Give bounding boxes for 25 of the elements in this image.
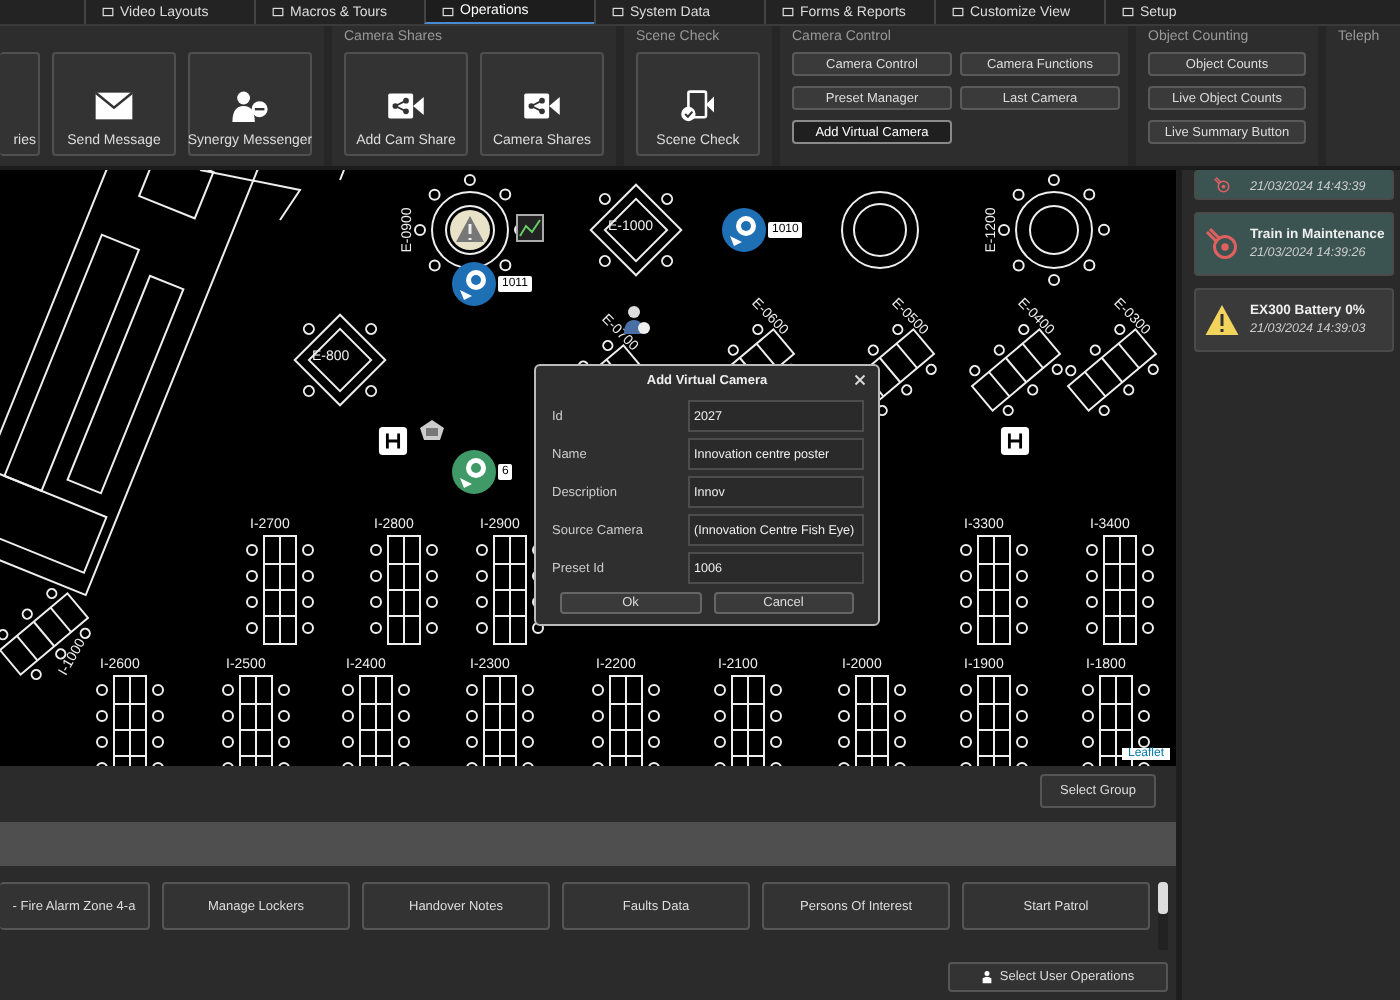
door-icon[interactable] [378,426,408,456]
camera-check-icon [678,90,718,122]
telephone-icon[interactable] [416,416,448,444]
chart-icon[interactable] [516,214,544,242]
window-icon [782,6,794,18]
camera-marker-icon[interactable] [452,262,496,306]
person-icon [981,970,992,984]
scrollbar[interactable] [1158,882,1168,950]
person-message-icon [230,90,270,122]
door-icon[interactable] [1000,426,1030,456]
close-icon[interactable] [854,374,866,386]
warning-icon [1204,302,1240,338]
window-icon [442,5,454,17]
camera-marker-icon[interactable] [452,450,496,494]
envelope-icon [94,90,134,122]
window-icon [952,6,964,18]
camera-marker-icon[interactable] [722,208,766,252]
train-icon [1204,226,1240,262]
camera-share-icon [386,90,426,122]
window-icon [1122,6,1134,18]
window-icon [612,6,624,18]
warning-marker-icon[interactable] [448,208,492,252]
window-icon [102,6,114,18]
window-icon [272,6,284,18]
camera-share-icon [522,90,562,122]
